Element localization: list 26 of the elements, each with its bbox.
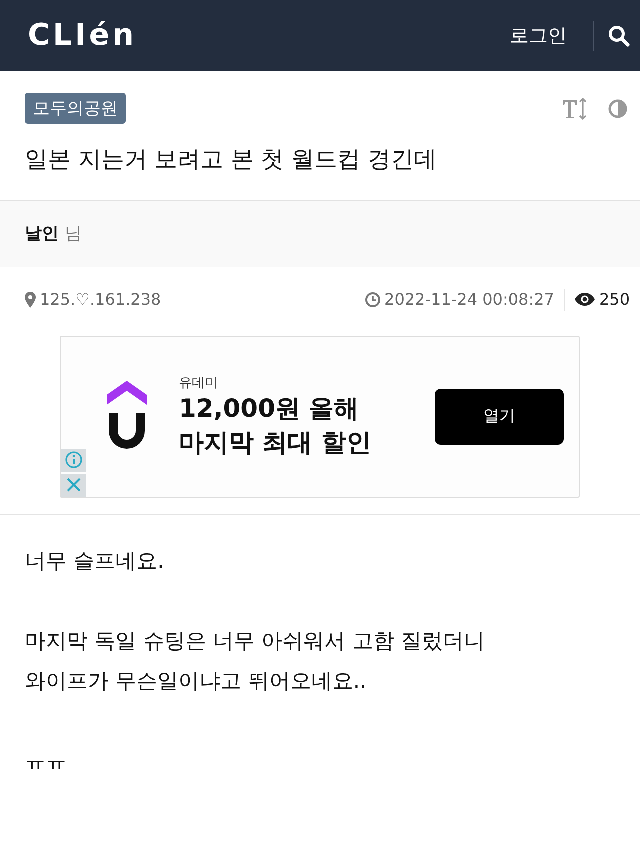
author-name[interactable]: 날인 (25, 222, 59, 246)
logo[interactable]: CLIén (28, 18, 510, 53)
open-button[interactable]: 열기 (435, 388, 564, 445)
ad-banner[interactable]: 유데미 12,000원 올해 마지막 최대 할인 열기 (60, 336, 580, 498)
eye-icon (575, 293, 596, 306)
info-icon[interactable] (61, 448, 86, 472)
body-text: ㅠㅠ (25, 748, 68, 775)
body-text: 와이프가 무슨일이냐고 뛰어오네요.. (25, 668, 368, 695)
login-link[interactable]: 로그인 (510, 20, 594, 50)
body-text: 마지막 독일 슈팅은 너무 아쉬워서 고함 질렀더니 (25, 628, 486, 655)
advertiser-name: 유데미 (179, 375, 219, 392)
location-pin-icon (25, 292, 36, 308)
body-text: 너무 슬프네요. (25, 548, 166, 575)
font-size-icon[interactable] (562, 98, 588, 120)
author-suffix: 님 (65, 223, 82, 246)
post-datetime: 2022-11-24 00:08:27 (384, 290, 554, 310)
ad-headline: 마지막 최대 할인 (179, 426, 372, 459)
post-title: 일본 지는거 보려고 본 첫 월드컵 경긴데 (25, 146, 438, 175)
ip-address: 125.♡.161.238 (40, 290, 162, 310)
ad-headline: 12,000원 올해 (179, 393, 360, 426)
search-icon[interactable] (608, 24, 630, 46)
close-icon[interactable] (61, 474, 86, 497)
clock-icon (364, 292, 381, 308)
board-tag[interactable]: 모두의공원 (25, 93, 126, 124)
contrast-icon[interactable] (608, 98, 628, 118)
view-count: 250 (599, 290, 630, 310)
